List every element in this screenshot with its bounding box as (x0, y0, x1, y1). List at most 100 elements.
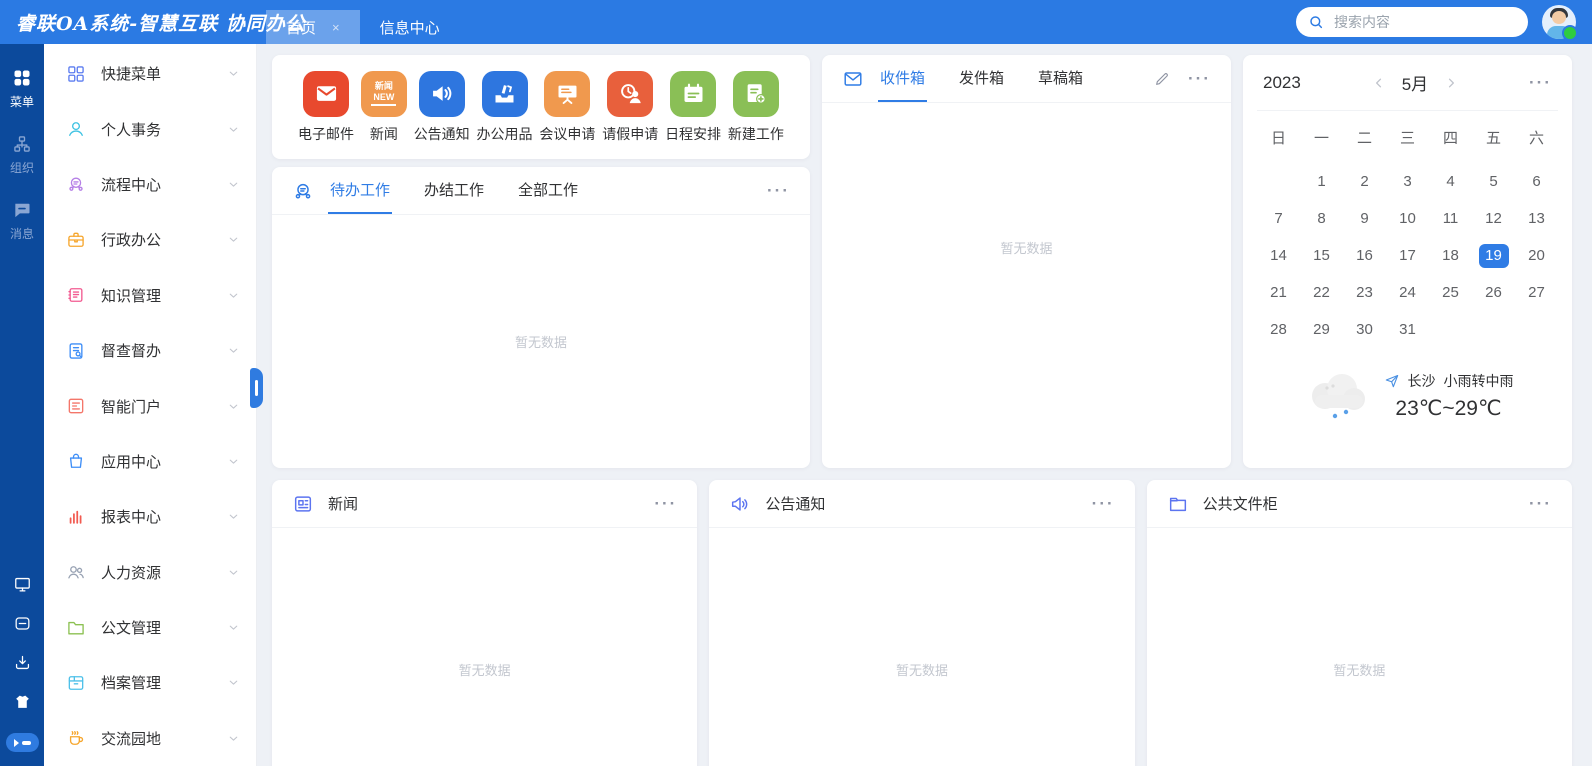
chevron-down-icon (227, 455, 240, 468)
calendar-day[interactable] (1515, 311, 1558, 348)
calendar-day[interactable]: 1 (1300, 163, 1343, 200)
sidebar-item[interactable]: 报表中心 (44, 489, 256, 544)
mail-tab[interactable]: 收件箱 (878, 55, 927, 102)
sidebar-item[interactable]: 公文管理 (44, 600, 256, 655)
calendar-day[interactable]: 15 (1300, 237, 1343, 274)
calendar-day[interactable]: 30 (1343, 311, 1386, 348)
calendar-day[interactable]: 3 (1386, 163, 1429, 200)
calendar-day[interactable]: 25 (1429, 274, 1472, 311)
sidebar-item[interactable]: 快捷菜单 (44, 46, 256, 101)
calendar-day[interactable]: 5 (1472, 163, 1515, 200)
sidebar-item[interactable]: 档案管理 (44, 655, 256, 710)
app-label: 办公用品 (477, 124, 533, 144)
sidebar-collapse-handle[interactable] (250, 368, 263, 408)
info-card: 公告通知 暂无数据 (709, 480, 1134, 766)
calendar-day[interactable]: 18 (1429, 237, 1472, 274)
rail-tool-icon[interactable] (13, 614, 32, 633)
app-shortcut[interactable]: 会议申请 (539, 71, 595, 144)
calendar-day[interactable]: 28 (1257, 311, 1300, 348)
sidebar-item[interactable]: 知识管理 (44, 268, 256, 323)
topbar-tab[interactable]: 首页 (266, 10, 360, 44)
topbar-tab[interactable]: 信息中心 (360, 10, 460, 44)
rail-tool-icon[interactable] (13, 692, 32, 711)
more-icon[interactable] (1529, 495, 1552, 512)
calendar-day[interactable]: 6 (1515, 163, 1558, 200)
sidebar-item-label: 档案管理 (101, 672, 227, 693)
more-icon[interactable] (654, 495, 677, 512)
calendar-day[interactable]: 20 (1515, 237, 1558, 274)
app-shortcut[interactable]: 请假申请 (602, 71, 658, 144)
compose-icon[interactable] (1154, 71, 1170, 87)
more-icon[interactable] (1092, 495, 1115, 512)
next-month-icon[interactable] (1444, 76, 1458, 90)
calendar-day[interactable]: 11 (1429, 200, 1472, 237)
calendar-year: 2023 (1263, 73, 1301, 93)
app-shortcut[interactable]: 日程安排 (665, 71, 721, 144)
app-shortcut[interactable]: 新闻NEW 新闻 (361, 71, 407, 144)
app-shortcut[interactable]: 新建工作 (728, 71, 784, 144)
calendar-day[interactable]: 13 (1515, 200, 1558, 237)
calendar-day[interactable]: 8 (1300, 200, 1343, 237)
sidebar-item[interactable]: 督查督办 (44, 323, 256, 378)
close-tab-icon[interactable] (332, 21, 340, 34)
calendar-day[interactable]: 24 (1386, 274, 1429, 311)
calendar-day[interactable]: 16 (1343, 237, 1386, 274)
mail-tab[interactable]: 草稿箱 (1036, 55, 1085, 102)
collapse-toggle[interactable] (6, 733, 39, 752)
calendar-day[interactable]: 21 (1257, 274, 1300, 311)
calendar-day[interactable]: 27 (1515, 274, 1558, 311)
calendar-day[interactable]: 17 (1386, 237, 1429, 274)
app-shortcut[interactable]: 电子邮件 (298, 71, 354, 144)
calendar-day[interactable]: 12 (1472, 200, 1515, 237)
work-card: 待办工作 办结工作 全部工作 暂无数据 (272, 167, 810, 468)
rail-item[interactable]: 组织 (10, 134, 34, 176)
sidebar-item[interactable]: 应用中心 (44, 434, 256, 489)
more-icon[interactable] (767, 182, 790, 199)
calendar-day[interactable]: 4 (1429, 163, 1472, 200)
sidebar-item[interactable]: 人力资源 (44, 545, 256, 600)
search-input[interactable] (1332, 13, 1516, 31)
more-icon[interactable] (1529, 74, 1552, 91)
calendar-day[interactable]: 9 (1343, 200, 1386, 237)
app-shortcut[interactable]: 公告通知 (414, 71, 470, 144)
calendar-day[interactable]: 10 (1386, 200, 1429, 237)
card-icon (292, 493, 314, 515)
sidebar-item-label: 公文管理 (101, 617, 227, 638)
sidebar-item[interactable]: 个人事务 (44, 101, 256, 156)
calendar-day[interactable]: 22 (1300, 274, 1343, 311)
calendar-day[interactable] (1429, 311, 1472, 348)
sidebar-item[interactable]: 智能门户 (44, 378, 256, 433)
rail-tool-icon[interactable] (13, 653, 32, 672)
prev-month-icon[interactable] (1372, 76, 1386, 90)
calendar-day[interactable]: 29 (1300, 311, 1343, 348)
rail-item[interactable]: 消息 (10, 200, 34, 242)
card-empty-state: 暂无数据 (1147, 528, 1572, 766)
app-icon (544, 71, 590, 117)
sidebar-item[interactable]: 交流园地 (44, 711, 256, 766)
app-shortcut[interactable]: 办公用品 (477, 71, 533, 144)
sidebar-item[interactable]: 行政办公 (44, 212, 256, 267)
rail-item[interactable]: 菜单 (10, 68, 34, 110)
sidebar-item-icon (66, 230, 86, 250)
calendar-day[interactable]: 7 (1257, 200, 1300, 237)
weekday-label: 三 (1386, 119, 1429, 155)
app-label: 新建工作 (728, 124, 784, 144)
rail-tool-icon[interactable] (13, 575, 32, 594)
calendar-day[interactable]: 14 (1257, 237, 1300, 274)
main-area: 电子邮件 新闻NEW 新闻 公告通知 办公用品 (256, 44, 1592, 766)
avatar[interactable] (1542, 5, 1576, 39)
calendar-day[interactable]: 23 (1343, 274, 1386, 311)
calendar-day[interactable]: 19 (1472, 237, 1515, 274)
work-tab[interactable]: 待办工作 (328, 167, 392, 214)
mail-tab[interactable]: 发件箱 (957, 55, 1006, 102)
calendar-day[interactable]: 2 (1343, 163, 1386, 200)
calendar-day[interactable] (1472, 311, 1515, 348)
calendar-day[interactable]: 26 (1472, 274, 1515, 311)
rail-item-icon (12, 134, 32, 154)
work-tab[interactable]: 办结工作 (422, 167, 486, 214)
calendar-day[interactable] (1257, 163, 1300, 200)
calendar-day[interactable]: 31 (1386, 311, 1429, 348)
work-tab[interactable]: 全部工作 (516, 167, 580, 214)
more-icon[interactable] (1188, 70, 1211, 87)
sidebar-item[interactable]: 流程中心 (44, 157, 256, 212)
